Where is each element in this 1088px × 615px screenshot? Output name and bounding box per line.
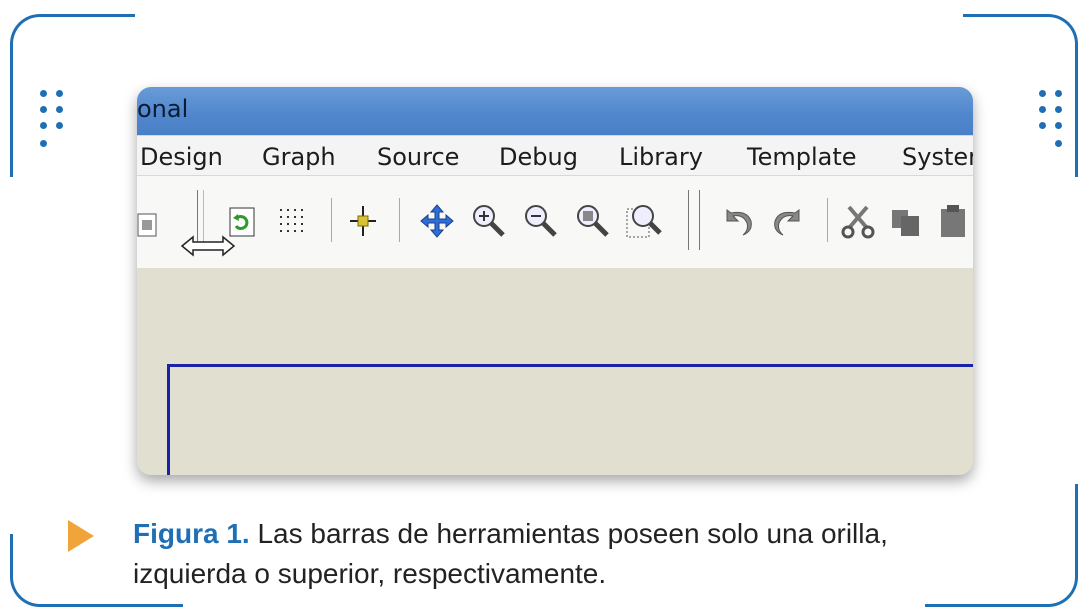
- toolbar-separator: [827, 198, 828, 242]
- toolbar-separator: [331, 198, 332, 242]
- window-titlebar[interactable]: onal: [137, 87, 973, 135]
- design-canvas[interactable]: [137, 268, 973, 475]
- zoom-out-icon[interactable]: [522, 202, 558, 238]
- zoom-all-icon[interactable]: [574, 202, 610, 238]
- grid-icon[interactable]: [277, 206, 311, 240]
- caption-text: Las barras de herramientas poseen solo u…: [249, 518, 888, 549]
- origin-icon[interactable]: [348, 204, 378, 238]
- menu-design[interactable]: Design: [140, 143, 223, 171]
- undo-icon[interactable]: [721, 206, 755, 238]
- menu-library[interactable]: Library: [619, 143, 703, 171]
- redo-icon[interactable]: [771, 206, 805, 238]
- figure-caption: Figura 1. Las barras de herramientas pos…: [133, 514, 1033, 594]
- page-frame-top-left: [10, 14, 135, 177]
- cut-icon[interactable]: [841, 204, 875, 240]
- schematic-sheet-border: [167, 364, 973, 475]
- toolbar-grip[interactable]: [699, 190, 700, 250]
- toolbar: [137, 175, 973, 269]
- zoom-area-icon[interactable]: [626, 202, 662, 240]
- window-title: onal: [137, 95, 189, 123]
- paste-icon[interactable]: [937, 204, 973, 240]
- menu-bar: Design Graph Source Debug Library Templa…: [137, 135, 973, 176]
- caption-arrow-icon: [68, 520, 94, 552]
- zoom-in-icon[interactable]: [470, 202, 506, 238]
- refresh-icon[interactable]: [228, 206, 258, 240]
- menu-debug[interactable]: Debug: [499, 143, 578, 171]
- menu-template[interactable]: Template: [747, 143, 857, 171]
- toolbar-separator: [399, 198, 400, 242]
- menu-graph[interactable]: Graph: [262, 143, 336, 171]
- caption-text-line2: izquierda o superior, respectivamente.: [133, 558, 607, 589]
- menu-source[interactable]: Source: [377, 143, 459, 171]
- app-screenshot: onal Design Graph Source Debug Library T…: [137, 87, 973, 475]
- pan-icon[interactable]: [420, 204, 454, 238]
- copy-icon[interactable]: [889, 206, 923, 238]
- new-sheet-icon[interactable]: [137, 212, 159, 240]
- figure-label: Figura 1.: [133, 518, 250, 549]
- menu-system[interactable]: Syster: [902, 143, 973, 171]
- toolbar-separator: [688, 190, 689, 250]
